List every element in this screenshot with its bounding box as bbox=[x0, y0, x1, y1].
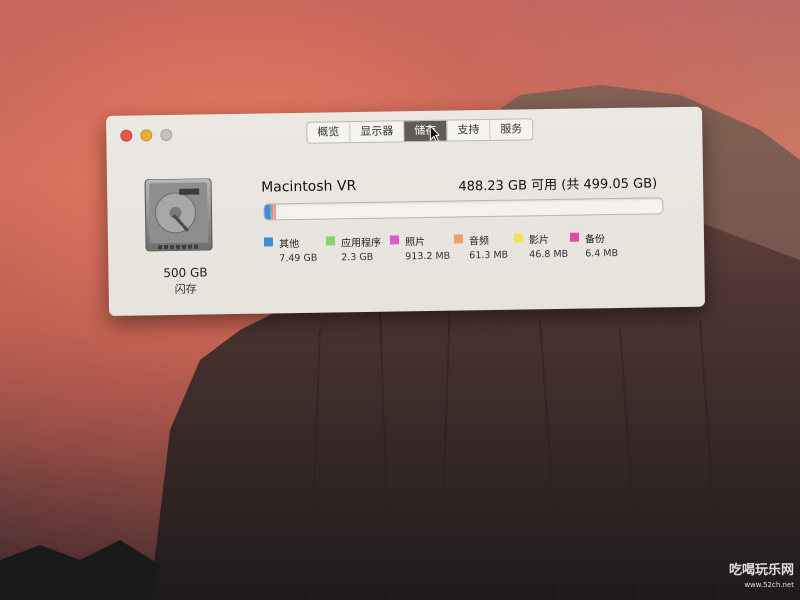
tab-bar: 概览 显示器 储存 支持 服务 bbox=[306, 118, 534, 144]
legend-swatch bbox=[569, 232, 580, 242]
disk-size-label: 500 GB bbox=[163, 265, 208, 281]
legend-item: 备份 6.4 MB bbox=[569, 230, 640, 259]
legend-label: 应用程序 bbox=[340, 237, 382, 250]
legend-swatch bbox=[513, 233, 524, 243]
zoom-window-button[interactable] bbox=[160, 128, 173, 142]
legend-label: 其他 bbox=[278, 238, 300, 251]
about-this-mac-window: 概览 显示器 储存 支持 服务 500 GB 闪存 Macintosh VR 4… bbox=[106, 106, 706, 316]
site-watermark: 吃喝玩乐网 www.52ch.net bbox=[729, 564, 794, 592]
close-window-button[interactable] bbox=[120, 129, 133, 142]
legend-value: 46.8 MB bbox=[529, 248, 569, 261]
tab-displays[interactable]: 显示器 bbox=[350, 121, 405, 143]
hard-drive-icon bbox=[143, 177, 214, 252]
disk-type-label: 闪存 bbox=[174, 282, 197, 296]
legend-value: 61.3 MB bbox=[469, 249, 509, 262]
legend-swatch bbox=[453, 234, 464, 244]
legend-label: 备份 bbox=[584, 234, 606, 246]
legend-item: 照片 913.2 MB bbox=[389, 232, 460, 262]
desktop-background: 概览 显示器 储存 支持 服务 500 GB 闪存 Macintosh VR 4… bbox=[0, 0, 800, 600]
minimize-window-button[interactable] bbox=[140, 129, 153, 142]
storage-usage-bar bbox=[263, 197, 664, 221]
legend-label: 照片 bbox=[404, 237, 426, 249]
usage-segment bbox=[274, 204, 276, 220]
legend-item: 其他 7.49 GB bbox=[263, 234, 334, 264]
volume-capacity: 488.23 GB 可用 (共 499.05 GB) bbox=[458, 176, 658, 195]
legend-swatch bbox=[263, 237, 274, 247]
storage-legend: 其他 7.49 GB 应用程序 2.3 GB 照片 913.2 MB 音频 61.3 MB 影片… bbox=[263, 229, 685, 276]
legend-value: 2.3 GB bbox=[341, 251, 374, 264]
legend-item: 音频 61.3 MB bbox=[453, 231, 524, 261]
tab-storage[interactable]: 储存 bbox=[404, 120, 448, 142]
legend-item: 应用程序 2.3 GB bbox=[325, 233, 396, 263]
tab-support[interactable]: 支持 bbox=[447, 119, 491, 141]
watermark-url: www.52ch.net bbox=[744, 581, 794, 589]
tab-service[interactable]: 服务 bbox=[490, 119, 532, 140]
volume-name: Macintosh VR bbox=[261, 178, 357, 196]
legend-swatch bbox=[325, 236, 336, 246]
mouse-pointer-icon bbox=[429, 124, 440, 143]
legend-value: 7.49 GB bbox=[279, 252, 318, 265]
legend-label: 影片 bbox=[528, 235, 550, 247]
legend-swatch bbox=[389, 235, 400, 245]
legend-item: 影片 46.8 MB bbox=[513, 231, 584, 260]
legend-value: 6.4 MB bbox=[585, 247, 619, 260]
watermark-text: 吃喝玩乐网 bbox=[728, 563, 794, 578]
tab-overview[interactable]: 概览 bbox=[307, 122, 351, 143]
legend-value: 913.2 MB bbox=[405, 250, 451, 263]
legend-label: 音频 bbox=[468, 235, 490, 248]
